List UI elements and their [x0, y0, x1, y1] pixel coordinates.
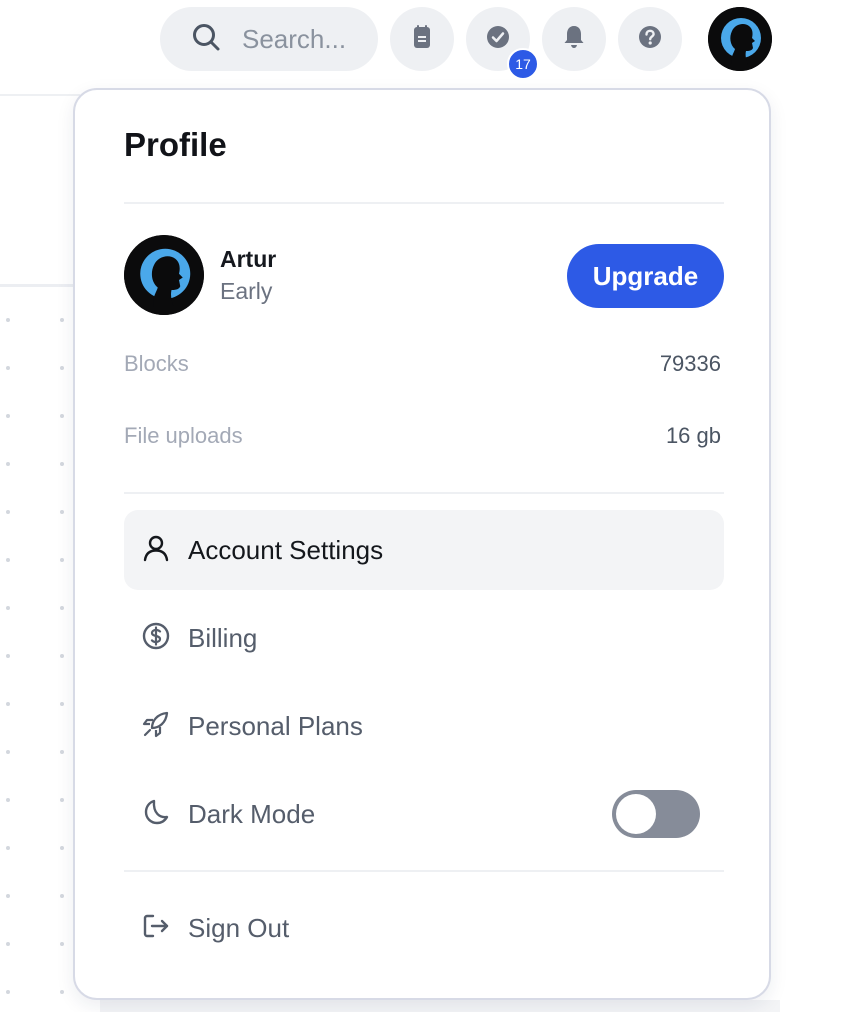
background-surface: [100, 1000, 780, 1012]
notifications-button[interactable]: [542, 7, 606, 71]
grid-dot: [60, 462, 64, 466]
divider: [124, 202, 724, 204]
profile-avatar-button[interactable]: [708, 7, 772, 71]
grid-dot: [60, 942, 64, 946]
grid-dot: [6, 366, 10, 370]
search-bar[interactable]: Search...: [160, 7, 378, 71]
grid-dot: [60, 366, 64, 370]
sign-out-icon: [140, 910, 172, 947]
menu-item-label: Personal Plans: [188, 710, 363, 741]
grid-dot: [6, 606, 10, 610]
notepad-icon: [407, 22, 437, 57]
tasks-count-badge: 17: [507, 48, 539, 80]
background-divider: [0, 284, 80, 287]
toggle-knob: [616, 794, 656, 834]
grid-dot: [6, 558, 10, 562]
menu-item-label: Sign Out: [188, 912, 290, 943]
sign-out-button[interactable]: Sign Out: [124, 888, 724, 968]
user-icon: [140, 532, 172, 569]
search-placeholder: Search...: [242, 23, 347, 54]
stat-label-blocks: Blocks: [124, 351, 189, 376]
avatar: [124, 235, 204, 315]
help-button[interactable]: [618, 7, 682, 71]
divider: [124, 492, 724, 494]
grid-dot: [6, 798, 10, 802]
stat-label-file-uploads: File uploads: [124, 423, 243, 448]
grid-dot: [6, 894, 10, 898]
grid-dot: [60, 558, 64, 562]
profile-title: Profile: [124, 126, 227, 163]
notes-button[interactable]: [390, 7, 454, 71]
grid-dot: [60, 318, 64, 322]
grid-dot: [60, 510, 64, 514]
grid-dot: [6, 750, 10, 754]
divider: [124, 870, 724, 872]
avatar-image: [124, 235, 204, 315]
grid-dot: [60, 606, 64, 610]
search-icon: [190, 21, 222, 58]
menu-item-billing[interactable]: Billing: [124, 598, 724, 678]
grid-dot: [60, 750, 64, 754]
grid-dot: [6, 510, 10, 514]
check-circle-icon: [483, 22, 513, 57]
upgrade-button[interactable]: Upgrade: [567, 244, 724, 308]
grid-dot: [6, 414, 10, 418]
app-root: Search... 17 Profile Artur Early Upgrade…: [0, 0, 850, 1012]
grid-dot: [60, 846, 64, 850]
user-name: Artur: [220, 246, 277, 272]
profile-dropdown: Profile Artur Early Upgrade Blocks 79336…: [73, 88, 771, 1000]
avatar-image: [708, 7, 772, 71]
grid-dot: [60, 702, 64, 706]
menu-item-account-settings[interactable]: Account Settings: [124, 510, 724, 590]
grid-dot: [6, 654, 10, 658]
user-plan: Early: [220, 278, 273, 304]
menu-item-label: Account Settings: [188, 534, 384, 565]
background-divider: [0, 94, 80, 96]
bell-icon: [559, 22, 589, 57]
dollar-circle-icon: [140, 620, 172, 657]
moon-icon: [140, 796, 172, 833]
grid-dot: [60, 894, 64, 898]
grid-dot: [6, 990, 10, 994]
stat-value-blocks: 79336: [659, 351, 721, 376]
grid-dot: [6, 846, 10, 850]
grid-dot: [6, 462, 10, 466]
grid-dot: [6, 702, 10, 706]
grid-dot: [6, 942, 10, 946]
menu-item-label: Dark Mode: [188, 798, 316, 829]
rocket-icon: [140, 708, 172, 745]
stat-value-file-uploads: 16 gb: [665, 423, 721, 448]
grid-dot: [60, 414, 64, 418]
dark-mode-toggle[interactable]: [612, 790, 700, 838]
grid-dot: [60, 990, 64, 994]
grid-dot: [60, 798, 64, 802]
menu-item-label: Billing: [188, 622, 258, 653]
grid-dot: [60, 654, 64, 658]
help-icon: [635, 22, 665, 57]
menu-item-personal-plans[interactable]: Personal Plans: [124, 686, 724, 766]
grid-dot: [6, 318, 10, 322]
